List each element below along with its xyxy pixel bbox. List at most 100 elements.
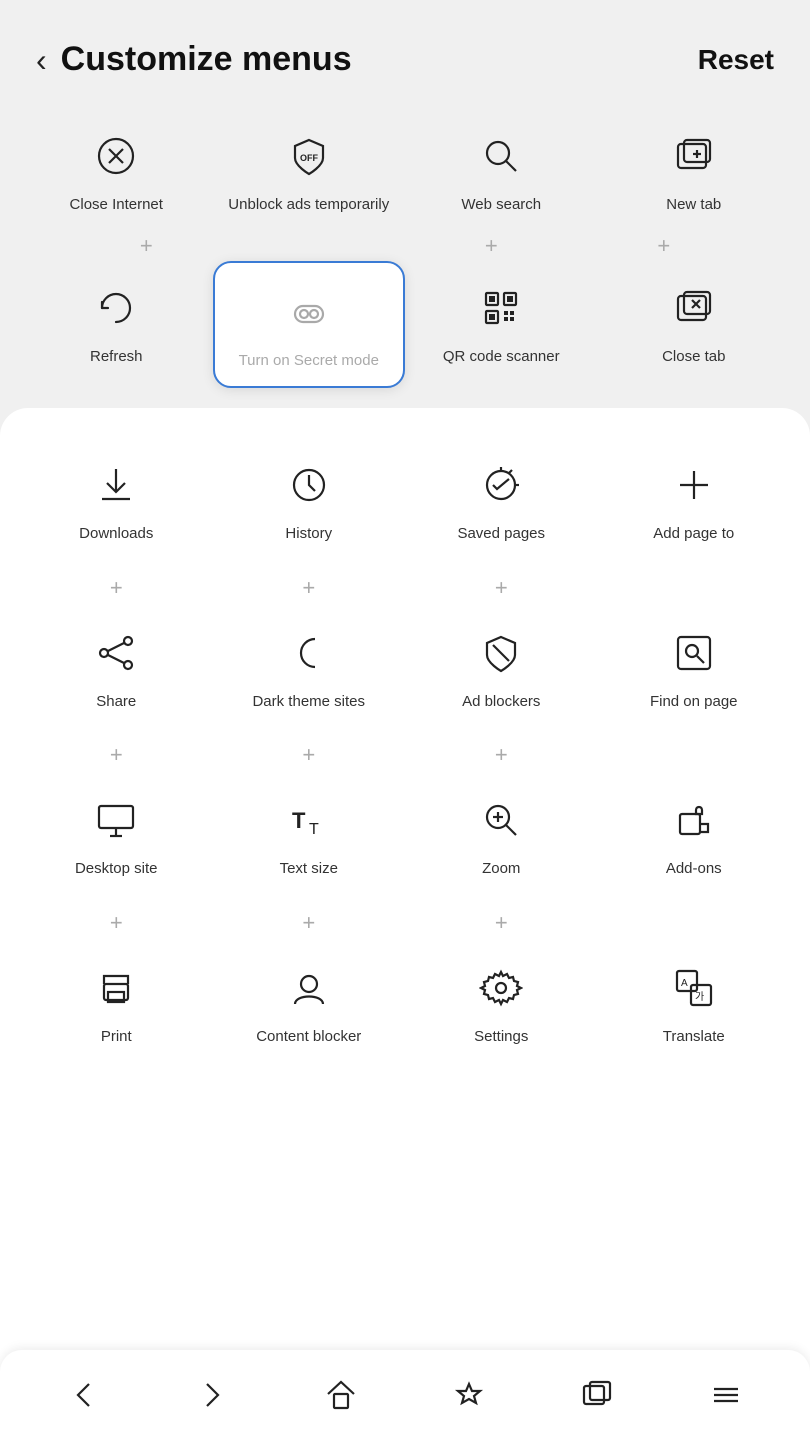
back-icon[interactable]: ‹ (36, 44, 47, 76)
print-icon (87, 959, 145, 1017)
bottom-nav (0, 1350, 810, 1440)
plus-b7: + (405, 739, 598, 771)
history-label: History (285, 524, 332, 544)
secret-mode-icon (280, 283, 338, 341)
menu-item-secret-mode[interactable]: Turn on Secret mode (213, 261, 406, 389)
menu-item-translate[interactable]: A 가 Translate (598, 941, 791, 1065)
share-label: Share (96, 692, 136, 712)
menu-item-web-search[interactable]: Web search (405, 109, 598, 233)
menu-item-close-tab[interactable]: Close tab (598, 261, 791, 389)
page-title: Customize menus (61, 40, 352, 79)
text-size-label: Text size (280, 859, 338, 879)
saved-pages-label: Saved pages (457, 524, 545, 544)
top-row-1: Close Internet OFF Unblock ads temporari… (20, 109, 790, 233)
text-size-icon: T T (280, 791, 338, 849)
plus-2 (233, 233, 406, 259)
history-icon (280, 456, 338, 514)
ad-blockers-icon (472, 624, 530, 682)
translate-icon: A 가 (665, 959, 723, 1017)
plus-3: + (405, 233, 578, 259)
settings-icon (472, 959, 530, 1017)
menu-item-add-ons[interactable]: Add-ons (598, 773, 791, 897)
plus-4: + (578, 233, 751, 259)
menu-item-downloads[interactable]: Downloads (20, 438, 213, 562)
menu-item-history[interactable]: History (213, 438, 406, 562)
print-label: Print (101, 1027, 132, 1047)
svg-text:가: 가 (695, 991, 704, 1003)
menu-item-new-tab[interactable]: New tab (598, 109, 791, 233)
plus-b12-empty (598, 907, 791, 939)
web-search-label: Web search (461, 195, 541, 215)
menu-item-settings[interactable]: Settings (405, 941, 598, 1065)
secret-mode-label: Turn on Secret mode (239, 351, 379, 371)
bottom-row-4: Print Content blocker Settings (20, 941, 790, 1065)
reset-button[interactable]: Reset (698, 44, 774, 76)
nav-tabs-button[interactable] (567, 1365, 627, 1425)
plus-row-b3: + + + (20, 907, 790, 939)
dark-theme-icon (280, 624, 338, 682)
menu-item-text-size[interactable]: T T Text size (213, 773, 406, 897)
find-on-page-icon (665, 624, 723, 682)
menu-item-saved-pages[interactable]: Saved pages (405, 438, 598, 562)
new-tab-icon (665, 127, 723, 185)
plus-row-1: + + + (20, 233, 790, 259)
nav-forward-button[interactable] (182, 1365, 242, 1425)
menu-item-dark-theme[interactable]: Dark theme sites (213, 606, 406, 730)
zoom-label: Zoom (482, 859, 520, 879)
menu-item-print[interactable]: Print (20, 941, 213, 1065)
zoom-icon (472, 791, 530, 849)
settings-label: Settings (474, 1027, 528, 1047)
menu-item-share[interactable]: Share (20, 606, 213, 730)
unblock-ads-label: Unblock ads temporarily (228, 195, 389, 215)
plus-row-b2: + + + (20, 739, 790, 771)
svg-text:T: T (309, 821, 319, 838)
nav-back-button[interactable] (54, 1365, 114, 1425)
menu-item-find-on-page[interactable]: Find on page (598, 606, 791, 730)
menu-item-ad-blockers[interactable]: Ad blockers (405, 606, 598, 730)
desktop-site-label: Desktop site (75, 859, 158, 879)
new-tab-label: New tab (666, 195, 721, 215)
unblock-ads-icon: OFF (280, 127, 338, 185)
add-page-icon (665, 456, 723, 514)
plus-b2: + (213, 572, 406, 604)
refresh-label: Refresh (90, 347, 143, 367)
saved-pages-icon (472, 456, 530, 514)
svg-text:OFF: OFF (300, 153, 318, 163)
menu-item-zoom[interactable]: Zoom (405, 773, 598, 897)
plus-b1: + (20, 572, 213, 604)
plus-b8-empty (598, 739, 791, 771)
menu-item-desktop-site[interactable]: Desktop site (20, 773, 213, 897)
close-internet-label: Close Internet (70, 195, 163, 215)
nav-spacer (20, 1074, 790, 1164)
content-blocker-label: Content blocker (256, 1027, 361, 1047)
menu-item-add-page[interactable]: Add page to (598, 438, 791, 562)
plus-b3: + (405, 572, 598, 604)
find-on-page-label: Find on page (650, 692, 738, 712)
menu-item-refresh[interactable]: Refresh (20, 261, 213, 389)
menu-item-qr-code[interactable]: QR code scanner (405, 261, 598, 389)
content-blocker-icon (280, 959, 338, 1017)
share-icon (87, 624, 145, 682)
svg-text:A: A (681, 978, 688, 989)
add-ons-label: Add-ons (666, 859, 722, 879)
ad-blockers-label: Ad blockers (462, 692, 540, 712)
svg-text:T: T (292, 808, 306, 833)
nav-bookmarks-button[interactable] (439, 1365, 499, 1425)
add-page-label: Add page to (653, 524, 734, 544)
nav-home-button[interactable] (311, 1365, 371, 1425)
add-ons-icon (665, 791, 723, 849)
menu-item-unblock-ads[interactable]: OFF Unblock ads temporarily (213, 109, 406, 233)
nav-menu-button[interactable] (696, 1365, 756, 1425)
plus-1: + (60, 233, 233, 259)
translate-label: Translate (663, 1027, 725, 1047)
plus-b10: + (213, 907, 406, 939)
menu-item-close-internet[interactable]: Close Internet (20, 109, 213, 233)
refresh-icon (87, 279, 145, 337)
close-tab-label: Close tab (662, 347, 725, 367)
plus-row-b1: + + + (20, 572, 790, 604)
menu-item-content-blocker[interactable]: Content blocker (213, 941, 406, 1065)
qr-code-label: QR code scanner (443, 347, 560, 367)
qr-code-icon (472, 279, 530, 337)
close-tab-icon (665, 279, 723, 337)
desktop-site-icon (87, 791, 145, 849)
